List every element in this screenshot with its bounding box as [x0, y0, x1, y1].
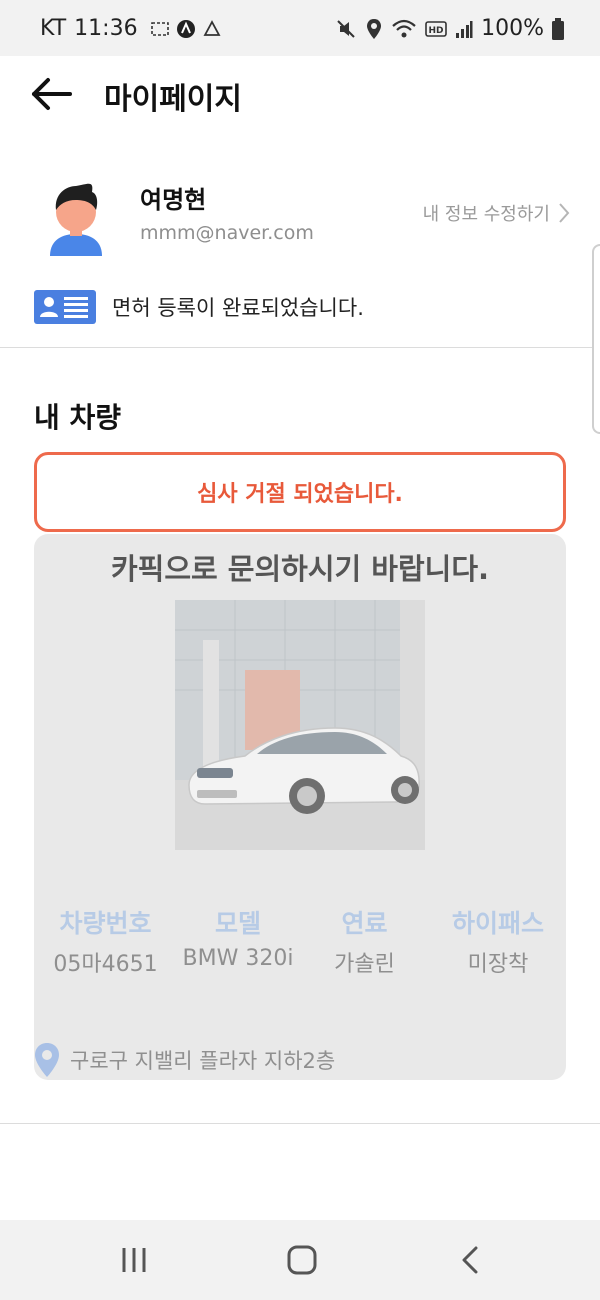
vehicle-specs: 차량번호 05마4651 모델 BMW 320i 연료 가솔린 하이패스 미장착: [34, 904, 566, 978]
home-icon[interactable]: [282, 1240, 322, 1280]
license-card-icon: [34, 290, 96, 324]
review-status-text: 심사 거절 되었습니다.: [197, 482, 403, 507]
status-bar: KT 11:36 HD 100%: [0, 0, 600, 56]
spec-value: 05마4651: [53, 952, 158, 977]
app-notification-icon: [176, 19, 195, 38]
avatar: [50, 183, 102, 256]
spec-label: 하이패스: [451, 909, 544, 938]
scroll-handle[interactable]: [592, 244, 600, 434]
app-bar: 마이페이지: [0, 56, 600, 136]
mute-icon: [337, 19, 355, 38]
spec-fuel: 연료 가솔린: [299, 904, 430, 978]
spec-label: 연료: [341, 909, 388, 938]
location-icon: [367, 18, 382, 39]
clock: 11:36: [74, 16, 138, 41]
back-nav-icon[interactable]: [452, 1240, 492, 1280]
spec-hipass: 하이패스 미장착: [430, 904, 566, 978]
vehicle-photo: [175, 600, 425, 850]
status-right: HD 100%: [335, 16, 564, 41]
spec-value: 가솔린: [334, 952, 395, 977]
license-status-text: 면허 등록이 완료되었습니다.: [112, 296, 364, 320]
spec-model: 모델 BMW 320i: [177, 904, 299, 978]
vehicle-location-row: 구로구 지밸리 플라자 지하2층: [34, 1042, 335, 1078]
chevron-right-icon: [559, 203, 570, 223]
battery-icon: [552, 17, 564, 40]
hd-voice-icon: HD: [425, 20, 447, 37]
vehicle-section-title: 내 차량: [34, 401, 122, 434]
user-email: mmm@naver.com: [140, 222, 314, 244]
edit-profile-link[interactable]: 내 정보 수정하기: [423, 200, 570, 226]
spec-value: 미장착: [467, 952, 529, 977]
page-title: 마이페이지: [104, 82, 242, 117]
edit-profile-label: 내 정보 수정하기: [422, 204, 550, 225]
spec-value: BMW 320i: [182, 946, 294, 971]
map-pin-icon: [35, 1043, 59, 1077]
user-name: 여명현: [140, 186, 207, 214]
recent-apps-icon[interactable]: [114, 1240, 154, 1280]
license-status-row: 면허 등록이 완료되었습니다.: [34, 290, 364, 324]
spec-label: 차량번호: [59, 909, 152, 938]
back-arrow-icon[interactable]: [30, 74, 74, 114]
screenshot-icon: [150, 21, 169, 36]
vehicle-location-text: 구로구 지밸리 플라자 지하2층: [70, 1049, 336, 1073]
spec-plate-number: 차량번호 05마4651: [34, 904, 177, 978]
section-divider: [0, 347, 600, 348]
vehicle-card[interactable]: 카픽으로 문의하시기 바랍니다. 차량번호 05마4651 모델 BMW 320…: [34, 534, 566, 1080]
drive-icon: [203, 19, 221, 36]
signal-icon: [456, 20, 473, 38]
status-left: KT 11:36: [40, 16, 222, 41]
wifi-icon: [392, 19, 416, 37]
system-nav-bar: [0, 1220, 600, 1300]
spec-label: 모델: [214, 909, 261, 938]
carrier-label: KT: [40, 16, 67, 41]
contact-message: 카픽으로 문의하시기 바랍니다.: [110, 552, 490, 586]
bottom-divider: [0, 1123, 600, 1124]
battery-percent: 100%: [481, 16, 544, 41]
review-status-banner: 심사 거절 되었습니다.: [34, 452, 566, 532]
svg-text:HD: HD: [429, 26, 444, 36]
